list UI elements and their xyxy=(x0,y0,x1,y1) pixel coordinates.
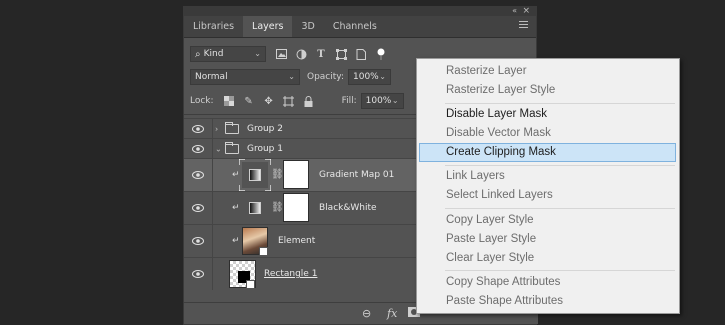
menu-separator xyxy=(445,165,675,166)
menu-separator xyxy=(445,103,675,104)
smart-object-filter-icon[interactable] xyxy=(354,47,368,61)
filter-kind-value: Kind xyxy=(203,49,224,59)
filter-row: ⌕ Kind ⌄ T xyxy=(190,46,394,62)
lock-label: Lock: xyxy=(190,96,214,106)
chevron-down-icon: ⌄ xyxy=(379,72,386,81)
tab-libraries[interactable]: Libraries xyxy=(184,16,243,37)
filter-kind-select[interactable]: ⌕ Kind ⌄ xyxy=(190,46,266,62)
adjustment-thumbnail[interactable] xyxy=(242,195,268,221)
layer-name: Gradient Map 01 xyxy=(319,170,395,180)
tab-3d[interactable]: 3D xyxy=(292,16,323,37)
blend-row: Normal ⌄ Opacity: 100% ⌄ xyxy=(190,69,391,85)
fill-field[interactable]: 100% ⌄ xyxy=(360,93,404,109)
blend-mode-value: Normal xyxy=(195,72,228,82)
tab-channels[interactable]: Channels xyxy=(324,16,386,37)
folder-icon xyxy=(225,122,239,134)
link-icon[interactable]: ⛓ xyxy=(271,169,284,180)
fill-value: 100% xyxy=(365,96,392,106)
eye-icon[interactable] xyxy=(192,124,204,133)
menu-item-link-layers[interactable]: Link Layers xyxy=(446,170,505,182)
collapse-icon[interactable]: « xyxy=(512,6,517,15)
layer-name: Black&White xyxy=(319,203,377,213)
shape-filter-icon[interactable] xyxy=(334,47,348,61)
chevron-down-icon[interactable]: ⌄ xyxy=(215,144,222,153)
eye-icon[interactable] xyxy=(192,270,204,278)
layer-name: Group 2 xyxy=(247,124,283,134)
clipping-arrow-icon: ↵ xyxy=(232,203,240,213)
fx-icon[interactable]: fx xyxy=(387,307,397,320)
lock-position-icon[interactable]: ✥ xyxy=(262,94,276,108)
menu-item-clear-layer-style[interactable]: Clear Layer Style xyxy=(446,252,534,264)
menu-item-select-linked-layers[interactable]: Select Linked Layers xyxy=(446,189,553,201)
tab-layers[interactable]: Layers xyxy=(243,16,293,37)
eye-icon[interactable] xyxy=(192,171,204,179)
lock-all-icon[interactable] xyxy=(302,94,316,108)
menu-item-paste-shape-attributes[interactable]: Paste Shape Attributes xyxy=(446,295,563,307)
panel-title-strip: « × xyxy=(184,6,536,16)
filter-toggle-icon[interactable] xyxy=(374,47,388,61)
lock-transparent-icon[interactable] xyxy=(222,94,236,108)
lock-row: Lock: ✎ ✥ Fill: 100% ⌄ xyxy=(190,93,404,109)
black-white-icon xyxy=(249,202,261,214)
chevron-down-icon: ⌄ xyxy=(254,49,261,58)
link-icon[interactable]: ⛓ xyxy=(271,202,284,213)
folder-icon xyxy=(225,142,239,154)
layer-context-menu: Rasterize Layer Rasterize Layer Style Di… xyxy=(416,58,680,314)
layer-name: Element xyxy=(278,236,316,246)
menu-item-disable-layer-mask[interactable]: Disable Layer Mask xyxy=(446,108,547,120)
eye-icon[interactable] xyxy=(192,144,204,153)
menu-item-rasterize-layer-style[interactable]: Rasterize Layer Style xyxy=(446,84,555,96)
opacity-value: 100% xyxy=(353,72,379,82)
menu-item-copy-shape-attributes[interactable]: Copy Shape Attributes xyxy=(446,276,560,288)
panel-tabs: Libraries Layers 3D Channels xyxy=(184,16,536,38)
chevron-down-icon: ⌄ xyxy=(288,72,295,81)
eye-icon[interactable] xyxy=(192,204,204,212)
menu-item-create-clipping-mask[interactable]: Create Clipping Mask xyxy=(446,146,556,158)
eye-icon[interactable] xyxy=(192,237,204,245)
layer-name: Rectangle 1 xyxy=(264,269,318,279)
close-icon[interactable]: × xyxy=(522,6,530,16)
search-icon: ⌕ xyxy=(195,48,201,60)
link-layers-icon[interactable]: ⊖ xyxy=(362,307,371,320)
menu-item-paste-layer-style[interactable]: Paste Layer Style xyxy=(446,233,536,245)
opacity-field[interactable]: 100% ⌄ xyxy=(348,69,391,85)
lock-artboard-icon[interactable] xyxy=(282,94,296,108)
menu-item-rasterize-layer[interactable]: Rasterize Layer xyxy=(446,65,527,77)
menu-item-disable-vector-mask[interactable]: Disable Vector Mask xyxy=(446,127,551,139)
opacity-label: Opacity: xyxy=(307,72,344,82)
chevron-right-icon[interactable]: › xyxy=(215,124,218,133)
type-filter-icon[interactable]: T xyxy=(314,47,328,61)
chevron-down-icon: ⌄ xyxy=(391,96,399,105)
adjustment-filter-icon[interactable] xyxy=(294,47,308,61)
adjustment-thumbnail[interactable] xyxy=(239,159,271,191)
lock-image-icon[interactable]: ✎ xyxy=(242,94,256,108)
pixel-filter-icon[interactable] xyxy=(274,47,288,61)
menu-separator xyxy=(445,208,675,209)
fill-label: Fill: xyxy=(341,96,357,106)
smart-object-icon xyxy=(259,247,268,256)
shape-icon xyxy=(246,280,255,289)
layer-name: Group 1 xyxy=(247,144,283,154)
clipping-arrow-icon: ↵ xyxy=(232,236,240,246)
layer-mask-thumbnail[interactable] xyxy=(283,193,309,222)
panel-menu-icon[interactable] xyxy=(519,21,528,30)
menu-item-copy-layer-style[interactable]: Copy Layer Style xyxy=(446,214,534,226)
menu-separator xyxy=(445,270,675,271)
layer-mask-thumbnail[interactable] xyxy=(283,160,309,189)
blend-mode-select[interactable]: Normal ⌄ xyxy=(190,69,300,85)
